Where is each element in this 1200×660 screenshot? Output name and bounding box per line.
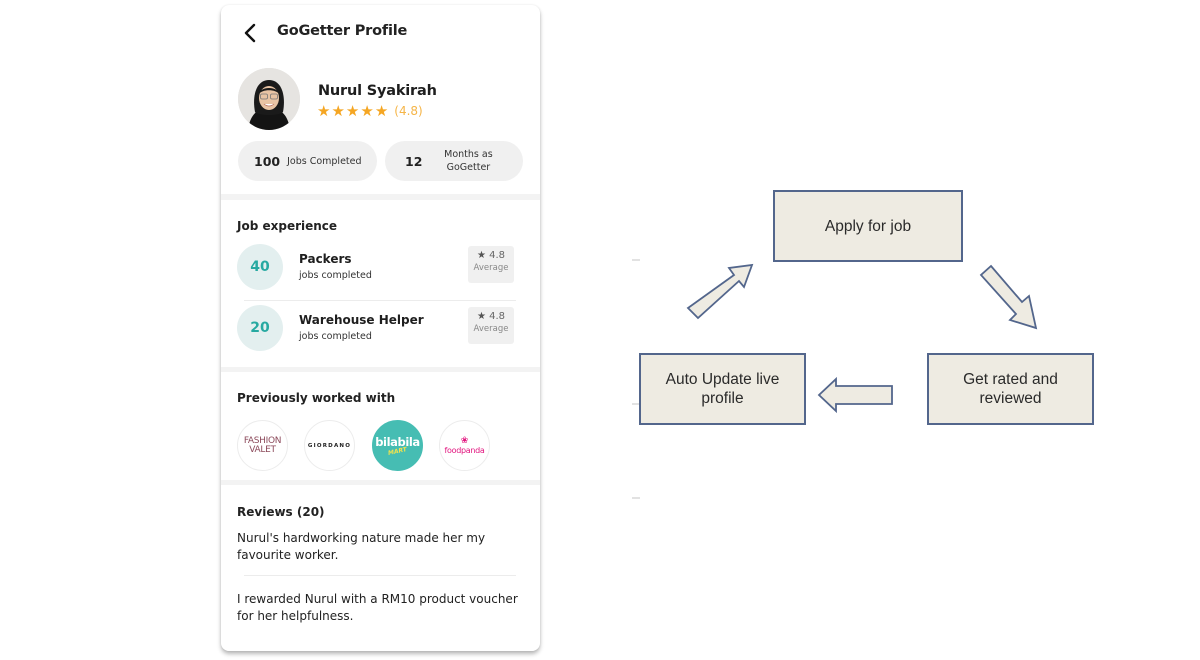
brand-logo-bilabila[interactable]: bilabila MART (372, 420, 423, 471)
divider (244, 575, 516, 576)
user-name: Nurul Syakirah (318, 83, 437, 99)
chevron-left-icon (244, 23, 256, 43)
brand-text: VALET (249, 444, 276, 455)
star-icon: ★ (360, 102, 374, 120)
section-title: Job experience (237, 219, 338, 233)
brand-logo-foodpanda[interactable]: ❀ foodpanda (439, 420, 490, 471)
stat-value: 100 (254, 153, 281, 169)
flow-step-rated: Get rated and reviewed (927, 353, 1094, 425)
flow-arrows (686, 263, 1038, 414)
star-icon: ★ (476, 250, 486, 261)
rating-value: (4.8) (394, 104, 423, 118)
job-rating: 4.8 (489, 311, 506, 322)
job-title: Warehouse Helper (299, 313, 424, 327)
user-rating: ★ ★ ★ ★ ★ (4.8) (317, 103, 423, 119)
stat-label: Months as GoGetter (444, 149, 493, 173)
arrow-apply-to-rated (979, 264, 1038, 330)
job-subtitle: jobs completed (299, 331, 372, 342)
profile-card: GoGetter Profile Nurul Syakirah ★ ★ ★ ★ … (221, 5, 540, 651)
job-subtitle: jobs completed (299, 270, 372, 281)
brand-text: GIORDANO (307, 442, 352, 449)
avatar-image (238, 68, 300, 130)
job-rating: 4.8 (489, 250, 506, 261)
flow-step-label: Get rated and reviewed (963, 371, 1058, 407)
star-icon: ★ (317, 102, 331, 120)
flow-step-label: Auto Update live profile (665, 371, 780, 407)
job-rating-badge: ★ 4.8 Average (468, 246, 514, 283)
star-icon: ★ (476, 311, 486, 322)
arrow-update-to-apply (686, 263, 754, 320)
stat-jobs-completed: 100 Jobs Completed (238, 141, 377, 181)
job-item[interactable]: 40 Packers jobs completed ★ 4.8 Average (221, 240, 540, 295)
brand-text: foodpanda (444, 446, 485, 455)
review-item: I rewarded Nurul with a RM10 product vou… (237, 592, 518, 623)
star-icon: ★ (374, 102, 389, 120)
reviews-section: Reviews (20) Nurul's hardworking nature … (221, 485, 540, 651)
job-item[interactable]: 20 Warehouse Helper jobs completed ★ 4.8… (221, 301, 540, 356)
brand-logo-fashion-valet[interactable]: FASHION VALET (237, 420, 288, 471)
job-experience-section: Job experience 40 Packers jobs completed… (221, 200, 540, 367)
stat-months: 12 Months as GoGetter (385, 141, 523, 181)
tick-mark (632, 497, 640, 499)
job-title: Packers (299, 252, 352, 266)
star-icon: ★ (331, 102, 345, 120)
job-rating-badge: ★ 4.8 Average (468, 307, 514, 344)
stat-value: 12 (405, 153, 423, 169)
job-rating-label: Average (473, 324, 509, 334)
job-rating-label: Average (473, 263, 509, 273)
job-count: 40 (237, 244, 283, 290)
tick-mark (632, 259, 640, 261)
job-count: 20 (237, 305, 283, 351)
arrow-rated-to-update (817, 376, 893, 414)
section-title: Reviews (20) (237, 505, 325, 519)
brand-logo-giordano[interactable]: GIORDANO (304, 420, 355, 471)
previously-worked-with-section: Previously worked with FASHION VALET GIO… (221, 372, 540, 480)
flow-step-apply: Apply for job (773, 190, 963, 262)
avatar (238, 68, 300, 130)
panda-icon: ❀ (460, 436, 469, 446)
page-title: GoGetter Profile (277, 23, 408, 39)
stat-label: Jobs Completed (287, 155, 362, 167)
section-title: Previously worked with (237, 391, 396, 405)
back-button[interactable] (241, 21, 261, 45)
star-icon: ★ (345, 102, 360, 120)
review-item: Nurul's hardworking nature made her my f… (237, 531, 486, 562)
brand-text: bilabila (375, 434, 420, 449)
flow-step-update: Auto Update live profile (639, 353, 806, 425)
profile-header: GoGetter Profile Nurul Syakirah ★ ★ ★ ★ … (221, 5, 540, 194)
